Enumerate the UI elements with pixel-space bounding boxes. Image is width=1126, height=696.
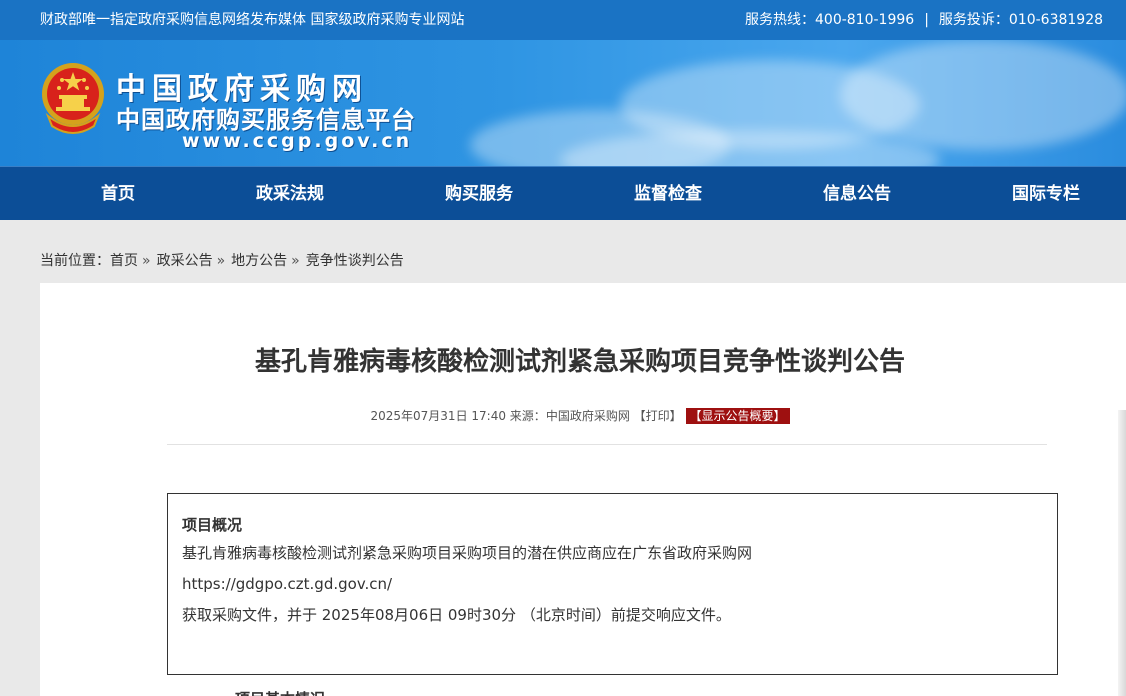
nav-item-announcements[interactable]: 信息公告 xyxy=(787,167,927,221)
site-tagline: 财政部唯一指定政府采购信息网络发布媒体 国家级政府采购专业网站 xyxy=(40,12,465,28)
nav-item-home[interactable]: 首页 xyxy=(48,167,188,221)
site-url: www.ccgp.gov.cn xyxy=(182,130,413,152)
top-info-bar: 财政部唯一指定政府采购信息网络发布媒体 国家级政府采购专业网站 服务热线：400… xyxy=(0,0,1126,40)
nav-item-purchase-services[interactable]: 购买服务 xyxy=(409,167,549,221)
page-scrollbar[interactable] xyxy=(1118,410,1126,696)
banner-cloud xyxy=(840,40,1126,150)
site-banner: 中国政府采购网 中国政府购买服务信息平台 www.ccgp.gov.cn xyxy=(0,40,1126,166)
main-nav: 首页 政采法规 购买服务 监督检查 信息公告 国际专栏 xyxy=(0,166,1126,220)
overview-line: 基孔肯雅病毒核酸检测试剂紧急采购项目采购项目的潜在供应商应在广东省政府采购网 xyxy=(182,544,753,562)
breadcrumb-arrow: » xyxy=(216,253,226,269)
source-label: 来源： xyxy=(509,409,546,423)
breadcrumb-arrow: » xyxy=(142,253,151,269)
section-heading-partial: 一、项目基本情况 xyxy=(205,688,405,696)
overview-heading: 项目概况 xyxy=(182,516,243,534)
breadcrumb-competitive-negotiation[interactable]: 竞争性谈判公告 xyxy=(306,253,404,269)
breadcrumb-home[interactable]: 首页 xyxy=(110,253,138,269)
national-emblem-icon[interactable] xyxy=(40,60,106,136)
breadcrumb-arrow: » xyxy=(291,253,300,269)
source-name: 中国政府采购网 xyxy=(545,409,630,423)
publish-datetime: 2025年07月31日 17:40 xyxy=(370,409,506,423)
nav-item-regulations[interactable]: 政采法规 xyxy=(220,167,360,221)
breadcrumb-procurement-announcements[interactable]: 政采公告 xyxy=(157,253,213,269)
show-summary-button[interactable]: 【显示公告概要】 xyxy=(685,408,790,424)
breadcrumb-prefix: 当前位置： xyxy=(40,253,110,269)
article-panel: 基孔肯雅病毒核酸检测试剂紧急采购项目竞争性谈判公告 2025年07月31日 17… xyxy=(40,283,1126,696)
contact-info: 服务热线：400-810-1996 | 服务投诉：010-6381928 xyxy=(745,0,1103,40)
print-link[interactable]: 【打印】 xyxy=(634,409,682,423)
contact-separator: | xyxy=(924,12,929,28)
service-complaint: 服务投诉：010-6381928 xyxy=(938,12,1104,28)
breadcrumb: 当前位置：首页» 政采公告» 地方公告» 竞争性谈判公告 xyxy=(40,250,404,270)
overview-url[interactable]: https://gdgpo.czt.gd.gov.cn/ xyxy=(182,569,1043,600)
nav-item-supervision[interactable]: 监督检查 xyxy=(598,167,738,221)
overview-line: 获取采购文件，并于 2025年08月06日 09时30分 （北京时间）前提交响应… xyxy=(182,606,731,624)
service-hotline: 服务热线：400-810-1996 xyxy=(745,12,915,28)
project-overview-box: 项目概况 基孔肯雅病毒核酸检测试剂紧急采购项目采购项目的潜在供应商应在广东省政府… xyxy=(167,493,1058,675)
nav-item-international[interactable]: 国际专栏 xyxy=(976,167,1116,221)
breadcrumb-local-announcements[interactable]: 地方公告 xyxy=(231,253,287,269)
article-meta: 2025年07月31日 17:40 来源：中国政府采购网 【打印】 【显示公告概… xyxy=(40,407,1120,424)
article-title: 基孔肯雅病毒核酸检测试剂紧急采购项目竞争性谈判公告 xyxy=(254,347,905,377)
title-divider xyxy=(167,444,1047,445)
